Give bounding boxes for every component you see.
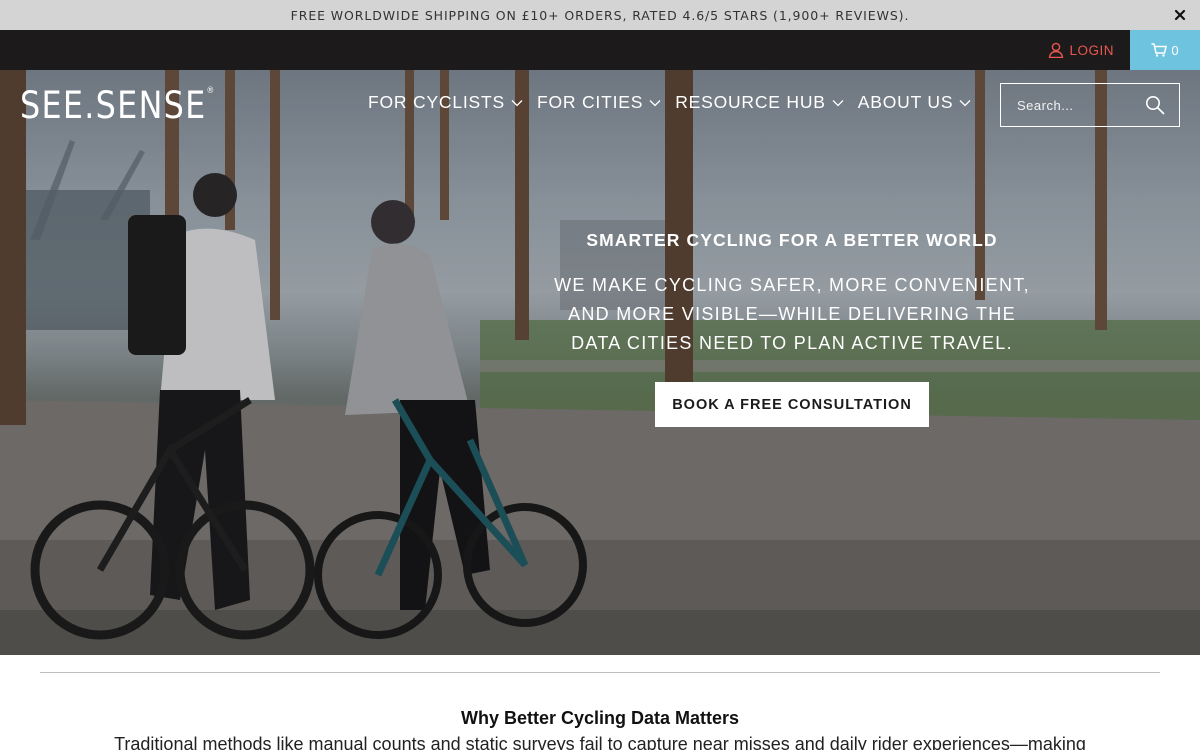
- cart-icon: [1151, 43, 1168, 57]
- chevron-down-icon: [959, 99, 971, 106]
- search-box: [1000, 83, 1180, 127]
- hero-image: [0, 70, 1200, 655]
- section-body: Traditional methods like manual counts a…: [114, 734, 1086, 750]
- chevron-down-icon: [649, 99, 661, 106]
- search-input[interactable]: [1017, 97, 1142, 113]
- announcement-text: FREE WORLDWIDE SHIPPING ON £10+ ORDERS, …: [290, 7, 910, 23]
- nav-label: FOR CYCLISTS: [368, 92, 505, 112]
- main-nav: FOR CYCLISTS FOR CITIES RESOURCE HUB ABO…: [368, 92, 971, 113]
- nav-label: RESOURCE HUB: [675, 92, 826, 112]
- hero-heading: SMARTER CYCLING FOR A BETTER WORLD: [586, 230, 998, 250]
- cart-count: 0: [1171, 42, 1179, 58]
- close-icon[interactable]: [1172, 7, 1188, 23]
- nav-about-us[interactable]: ABOUT US: [858, 92, 972, 113]
- hero-banner: SEE.SENSE® FOR CYCLISTS FOR CITIES RESOU…: [0, 70, 1200, 655]
- user-icon: [1049, 42, 1064, 58]
- announcement-bar: FREE WORLDWIDE SHIPPING ON £10+ ORDERS, …: [0, 0, 1200, 30]
- login-link[interactable]: LOGIN: [1048, 30, 1114, 70]
- nav-label: ABOUT US: [857, 92, 954, 112]
- utility-bar: LOGIN 0: [0, 30, 1200, 70]
- nav-label: FOR CITIES: [536, 92, 644, 112]
- chevron-down-icon: [511, 99, 523, 106]
- cart-button[interactable]: 0: [1130, 30, 1200, 70]
- nav-resource-hub[interactable]: RESOURCE HUB: [675, 92, 844, 113]
- logo-text: SEE.SENSE: [20, 84, 207, 127]
- search-icon[interactable]: [1145, 95, 1165, 115]
- book-consultation-button[interactable]: BOOK A FREE CONSULTATION: [655, 382, 929, 427]
- hero-subheading: WE MAKE CYCLING SAFER, MORE CONVENIENT, …: [554, 275, 1030, 353]
- nav-for-cyclists[interactable]: FOR CYCLISTS: [368, 92, 523, 113]
- login-label: LOGIN: [1069, 42, 1114, 58]
- chevron-down-icon: [832, 99, 844, 106]
- logo[interactable]: SEE.SENSE®: [20, 84, 216, 127]
- nav-for-cities[interactable]: FOR CITIES: [537, 92, 661, 113]
- section-divider: [40, 672, 1160, 673]
- section-title: Why Better Cycling Data Matters: [460, 708, 740, 728]
- registered-mark: ®: [206, 86, 216, 96]
